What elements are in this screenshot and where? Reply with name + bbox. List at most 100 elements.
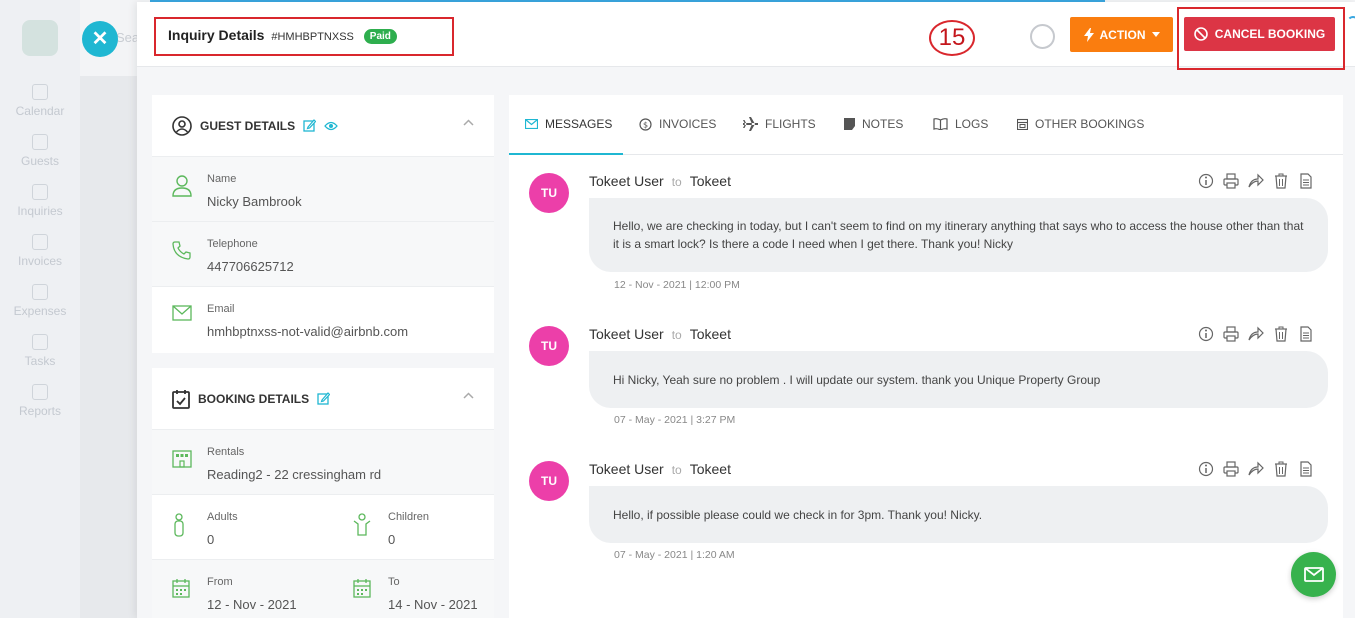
document-icon[interactable] (1298, 326, 1314, 342)
close-panel-button[interactable]: ✕ (82, 21, 118, 57)
edit-icon[interactable] (317, 392, 331, 405)
action-button[interactable]: ACTION (1070, 17, 1173, 52)
booking-details-title: BOOKING DETAILS (198, 391, 310, 406)
children-field: Children 0 (333, 495, 503, 559)
lightning-icon (1083, 27, 1094, 42)
app-sidebar: Calendar Guests Inquiries Invoices Expen… (0, 0, 80, 618)
share-icon[interactable] (1248, 461, 1264, 477)
status-badge: Paid (363, 29, 397, 44)
sidebar-item-expenses[interactable]: Expenses (0, 284, 80, 318)
ban-icon (1193, 27, 1208, 41)
rental-name: Reading2 - 22 cressingham rd (207, 467, 382, 482)
messages-panel: MESSAGES $ INVOICES FLIGHTS NOTES LOGS O… (509, 95, 1343, 618)
calendar-icon (32, 84, 48, 100)
sidebar-item-calendar[interactable]: Calendar (0, 84, 80, 118)
guest-name: Nicky Bambrook (207, 194, 302, 209)
app-logo (22, 20, 58, 56)
info-icon[interactable] (1198, 173, 1214, 189)
guest-phone: 447706625712 (207, 259, 294, 274)
from-field: From 12 - Nov - 2021 (152, 560, 322, 618)
message-sender: Tokeet User to Tokeet (589, 461, 731, 477)
message-sender: Tokeet User to Tokeet (589, 173, 731, 189)
trash-icon[interactable] (1273, 461, 1289, 477)
guest-phone-field: Telephone 447706625712 (152, 222, 494, 287)
tab-logs[interactable]: LOGS (933, 117, 988, 131)
background-search: Sea (116, 30, 140, 45)
rental-field: Rentals Reading2 - 22 cressingham rd (152, 430, 494, 495)
guest-details-card: GUEST DETAILS Name Nicky Bambrook Teleph… (152, 95, 494, 353)
plane-icon (743, 117, 758, 131)
tab-messages[interactable]: MESSAGES (525, 117, 612, 131)
message-text: Hello, if possible please could we check… (589, 486, 1328, 543)
sidebar-item-inquiries[interactable]: Inquiries (0, 184, 80, 218)
sidebar-item-guests[interactable]: Guests (0, 134, 80, 168)
sidebar-item-reports[interactable]: Reports (0, 384, 80, 418)
tab-notes[interactable]: NOTES (844, 117, 903, 131)
child-icon (353, 513, 371, 536)
booking-details-card: BOOKING DETAILS Rentals Reading2 - 22 cr… (152, 368, 494, 618)
chevron-down-icon (1151, 32, 1160, 37)
envelope-icon (525, 119, 538, 129)
compose-message-button[interactable] (1291, 552, 1336, 597)
trash-icon[interactable] (1273, 173, 1289, 189)
document-icon[interactable] (1298, 461, 1314, 477)
share-icon[interactable] (1248, 326, 1264, 342)
step-number-annotation: 15 (929, 20, 975, 56)
tab-flights[interactable]: FLIGHTS (743, 117, 816, 131)
guests-icon (32, 134, 48, 150)
avatar: TU (529, 173, 569, 213)
info-icon[interactable] (1198, 326, 1214, 342)
sidebar-item-tasks[interactable]: Tasks (0, 334, 80, 368)
active-tab-indicator (509, 153, 623, 155)
message-time: 07 - May - 2021 | 3:27 PM (614, 414, 736, 426)
person-icon (174, 513, 184, 537)
tab-invoices[interactable]: $ INVOICES (639, 117, 716, 131)
message-actions (1198, 326, 1314, 342)
refresh-icon[interactable] (1347, 16, 1355, 28)
page-title: Inquiry Details #HMHBPTNXSS Paid (168, 27, 397, 44)
invoices-icon (32, 234, 48, 250)
eye-icon[interactable] (324, 121, 338, 131)
guest-details-header[interactable]: GUEST DETAILS (152, 95, 494, 157)
edit-icon[interactable] (303, 119, 317, 132)
calendar-icon (1017, 118, 1028, 130)
dates-field: From 12 - Nov - 2021 To 14 - Nov - 2021 (152, 560, 494, 618)
guest-details-title: GUEST DETAILS (200, 118, 296, 133)
inquiries-icon (32, 184, 48, 200)
calendar-check-icon (172, 389, 190, 409)
tab-other-bookings[interactable]: OTHER BOOKINGS (1017, 117, 1144, 131)
info-icon[interactable] (1198, 461, 1214, 477)
guest-email-field: Email hmhbptnxss-not-valid@airbnb.com (152, 287, 494, 352)
print-icon[interactable] (1223, 173, 1239, 189)
message-actions (1198, 173, 1314, 189)
to-field: To 14 - Nov - 2021 (333, 560, 503, 618)
envelope-icon (172, 305, 192, 321)
adults-field: Adults 0 (152, 495, 322, 559)
tab-bar: MESSAGES $ INVOICES FLIGHTS NOTES LOGS O… (509, 95, 1343, 155)
message-text: Hi Nicky, Yeah sure no problem . I will … (589, 351, 1328, 408)
inquiry-details-panel: Inquiry Details #HMHBPTNXSS Paid 15 ACTI… (137, 2, 1355, 618)
trash-icon[interactable] (1273, 326, 1289, 342)
chevron-up-icon[interactable] (463, 119, 474, 126)
inquiry-code: #HMHBPTNXSS (271, 31, 354, 43)
guest-email: hmhbptnxss-not-valid@airbnb.com (207, 324, 409, 339)
cancel-booking-button[interactable]: CANCEL BOOKING (1184, 17, 1335, 51)
chevron-up-icon[interactable] (463, 392, 474, 399)
print-icon[interactable] (1223, 461, 1239, 477)
message-sender: Tokeet User to Tokeet (589, 326, 731, 342)
envelope-icon (1303, 567, 1324, 582)
children-count: 0 (388, 532, 396, 547)
sidebar-item-invoices[interactable]: Invoices (0, 234, 80, 268)
dollar-icon: $ (639, 117, 652, 131)
guests-count-field: Adults 0 Children 0 (152, 495, 494, 560)
user-icon (172, 175, 192, 197)
avatar: TU (529, 461, 569, 501)
panel-header: Inquiry Details #HMHBPTNXSS Paid 15 ACTI… (137, 2, 1355, 70)
reports-icon (32, 384, 48, 400)
share-icon[interactable] (1248, 173, 1264, 189)
calendar-icon (172, 579, 190, 598)
message-actions (1198, 461, 1314, 477)
print-icon[interactable] (1223, 326, 1239, 342)
document-icon[interactable] (1298, 173, 1314, 189)
booking-details-header[interactable]: BOOKING DETAILS (152, 368, 494, 430)
